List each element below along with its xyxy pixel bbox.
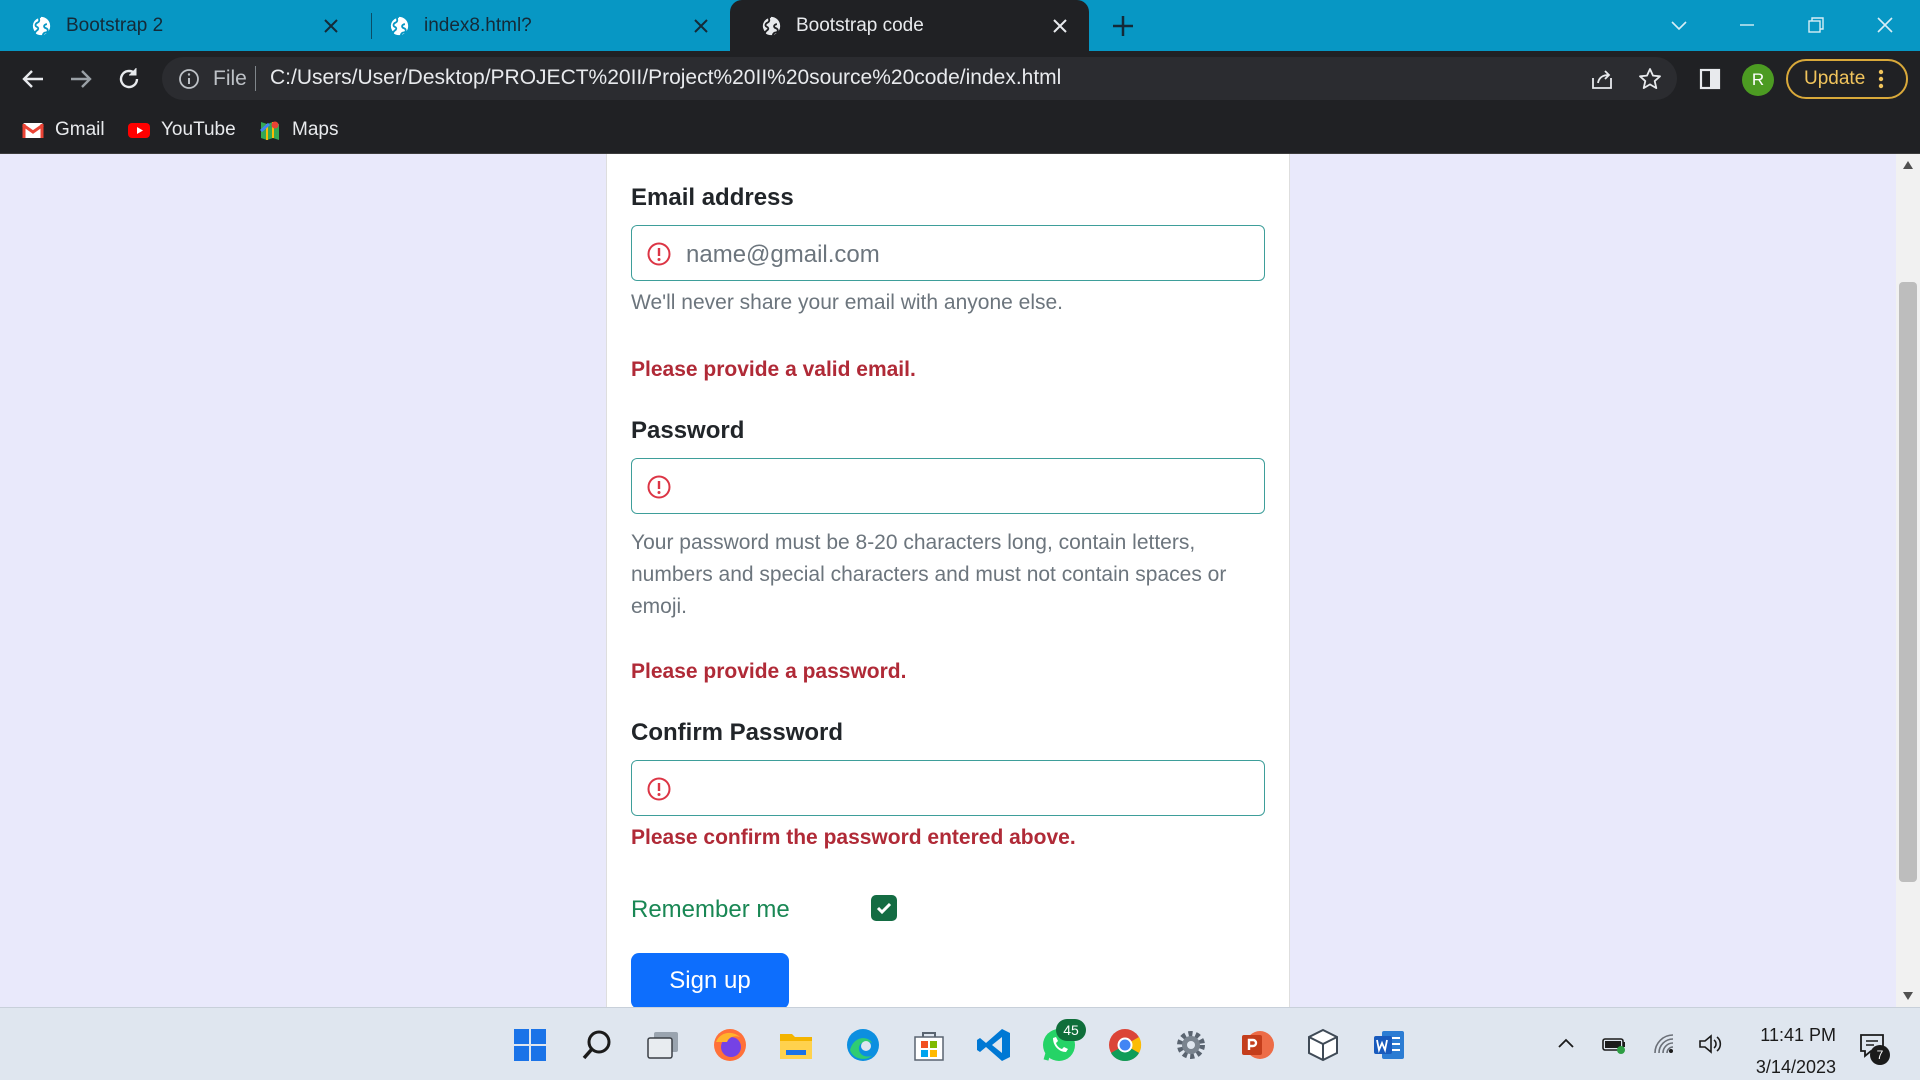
task-view-icon[interactable] [644,1026,682,1064]
gmail-icon [22,123,44,138]
close-window-icon[interactable] [1872,12,1898,38]
tab-bootstrap-2[interactable]: Bootstrap 2 [0,0,360,51]
whatsapp-unread-badge: 45 [1056,1019,1086,1041]
address-divider [255,66,256,91]
email-field[interactable]: name@gmail.com [631,225,1265,281]
scheme-label: File [213,67,247,90]
minimize-icon[interactable] [1734,12,1760,38]
back-arrow-icon[interactable] [19,65,47,93]
confirm-invalid-feedback: Please confirm the password entered abov… [631,826,1076,849]
email-invalid-feedback: Please provide a valid email. [631,358,916,381]
signup-form-card: Email address name@gmail.com We'll never… [606,154,1290,1007]
edge-icon[interactable] [844,1026,882,1064]
password-invalid-feedback: Please provide a password. [631,660,907,683]
check-icon [876,902,892,915]
microsoft-store-icon[interactable] [910,1026,948,1064]
reload-icon[interactable] [115,65,143,93]
share-icon[interactable] [1589,66,1615,92]
bookmarks-bar: Gmail YouTube Maps [0,106,1920,154]
clock-time: 11:41 PM [1760,1025,1836,1045]
vs-code-icon[interactable] [975,1026,1013,1064]
wifi-icon[interactable] [1651,1031,1677,1057]
remember-me-checkbox[interactable] [871,895,897,921]
windows-taskbar: 45 11:41 PM 3/14/2023 7 [0,1007,1920,1080]
chevron-up-icon[interactable] [1553,1031,1579,1057]
error-icon [647,242,671,266]
maps-icon [260,121,279,140]
close-icon[interactable] [1051,17,1069,35]
virtualbox-icon[interactable] [1304,1026,1342,1064]
bookmark-label: Gmail [55,119,105,140]
tab-bootstrap-code[interactable]: Bootstrap code [730,0,1089,51]
scroll-down-arrow-icon[interactable] [1902,991,1914,1001]
firefox-icon[interactable] [711,1026,749,1064]
search-icon[interactable] [578,1026,616,1064]
bookmark-label: YouTube [161,119,236,140]
file-explorer-icon[interactable] [777,1026,815,1064]
globe-icon [389,15,409,35]
tab-strip: Bootstrap 2 index8.html? Bootstrap code [0,0,1920,51]
chrome-icon[interactable] [1106,1026,1144,1064]
update-label: Update [1804,68,1866,89]
side-panel-icon[interactable] [1697,66,1723,92]
restore-icon[interactable] [1803,12,1829,38]
email-label: Email address [631,184,794,211]
bookmark-maps[interactable]: Maps [258,116,338,144]
error-icon [647,475,671,499]
globe-icon [761,15,781,35]
close-icon[interactable] [322,17,340,35]
error-icon [647,777,671,801]
confirm-password-label: Confirm Password [631,719,844,746]
battery-icon[interactable] [1601,1031,1627,1057]
confirm-password-field[interactable] [631,760,1265,816]
sign-up-button[interactable]: Sign up [631,953,789,1007]
tab-search-chevron-icon[interactable] [1666,12,1692,38]
volume-icon[interactable] [1697,1031,1723,1057]
update-button[interactable]: Update [1786,59,1908,99]
forward-arrow-icon[interactable] [67,65,95,93]
password-label: Password [631,417,745,444]
windows-start-icon[interactable] [511,1026,549,1064]
tab-title: index8.html? [424,14,532,36]
new-tab-plus-icon[interactable] [1110,13,1136,39]
word-icon[interactable] [1370,1026,1408,1064]
password-help-text: Your password must be 8-20 characters lo… [631,531,1227,618]
url-text[interactable]: C:/Users/User/Desktop/PROJECT%20II/Proje… [270,66,1061,90]
email-help-text: We'll never share your email with anyone… [631,291,1063,314]
settings-gear-icon[interactable] [1172,1026,1210,1064]
powerpoint-icon[interactable] [1238,1026,1276,1064]
tab-title: Bootstrap 2 [66,14,164,36]
clock-date: 3/14/2023 [1755,1057,1836,1077]
tab-title: Bootstrap code [796,14,924,36]
info-icon[interactable] [178,68,200,90]
globe-icon [31,15,51,35]
system-clock[interactable]: 11:41 PM 3/14/2023 [1740,1019,1836,1080]
bookmark-label: Maps [292,119,339,140]
browser-toolbar: File C:/Users/User/Desktop/PROJECT%20II/… [0,51,1920,106]
scrollbar-thumb[interactable] [1899,282,1917,882]
close-icon[interactable] [692,17,710,35]
bookmark-gmail[interactable]: Gmail [21,116,105,144]
password-field[interactable] [631,458,1265,514]
page-viewport: Email address name@gmail.com We'll never… [0,154,1920,1007]
youtube-icon [128,123,150,138]
scroll-up-arrow-icon[interactable] [1902,160,1914,170]
bookmark-youtube[interactable]: YouTube [127,116,236,144]
remember-me-label[interactable]: Remember me [631,896,790,924]
star-bookmark-icon[interactable] [1637,66,1663,92]
profile-avatar[interactable]: R [1742,64,1774,96]
tab-index8[interactable]: index8.html? [358,0,730,51]
notification-count-badge: 7 [1870,1045,1890,1065]
email-placeholder: name@gmail.com [686,241,880,268]
kebab-menu-icon [1879,69,1884,89]
